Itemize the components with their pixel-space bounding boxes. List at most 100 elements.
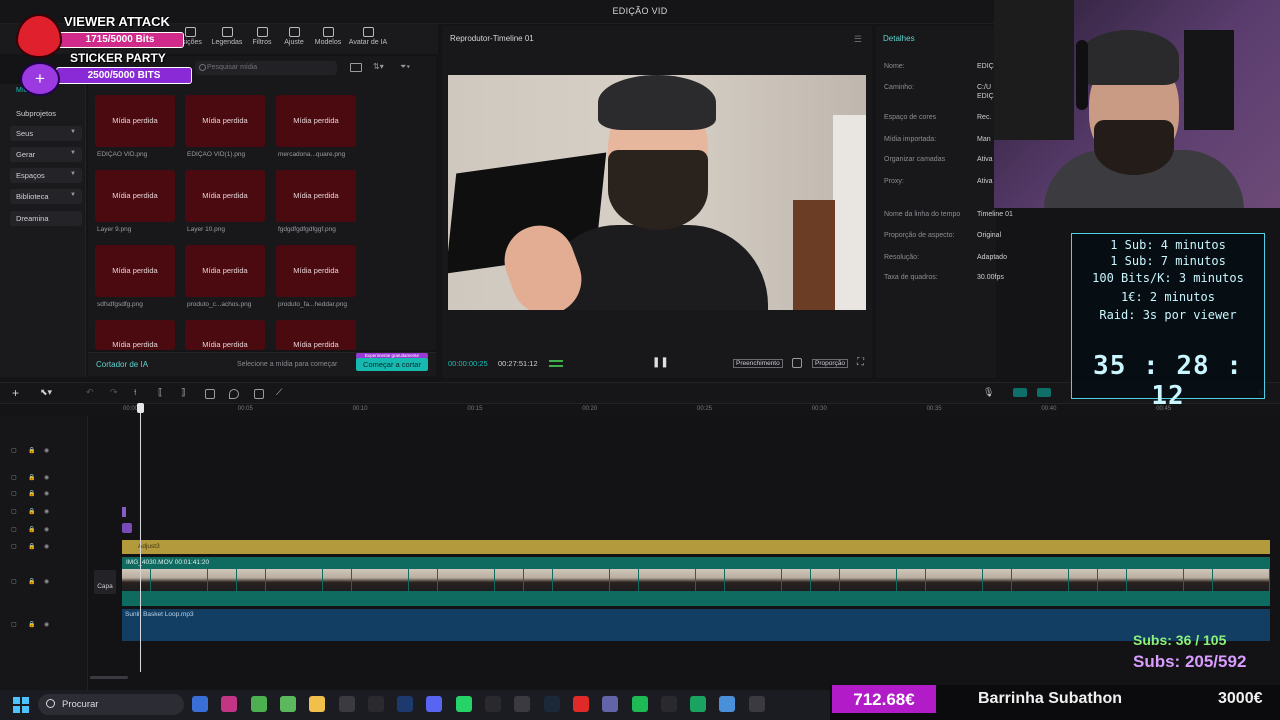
text-track-lock-icon[interactable]: 🔒 [28,490,35,497]
sort-icon[interactable]: ⇅▾ [373,62,384,71]
toolbar-filters[interactable]: Filtros [244,27,280,46]
microphone-icon[interactable]: 🎙 [983,387,994,398]
effect-track-track-type-icon[interactable]: ▢ [11,526,17,533]
main-track-lock-icon[interactable]: 🔒 [28,447,35,454]
toolbar-ai-avatar[interactable]: Avatar de IA [346,27,390,46]
grid-view-icon[interactable] [350,63,362,72]
sidebar-item-library[interactable]: Biblioteca ▼ [10,189,82,204]
xbox-icon[interactable] [279,696,296,712]
chrome-icon[interactable] [250,696,267,712]
text-track-track-type-icon[interactable]: ▢ [11,474,17,481]
media-thumbnail[interactable]: Mídia perdida [95,170,175,222]
fill-button[interactable]: Preenchimento [733,359,783,368]
filter-icon[interactable]: ⏷▾ [400,62,410,72]
obs-icon[interactable] [514,696,531,712]
main-track-track-type-icon[interactable]: ▢ [11,447,17,454]
media-thumbnail[interactable]: Mídia perdida [276,320,356,350]
trim-right-icon[interactable]: ⟧ [181,387,185,398]
drive-icon[interactable] [690,696,707,712]
spotify-icon[interactable] [631,696,648,712]
snapshot-icon[interactable] [792,358,802,368]
whatsapp-icon[interactable] [455,696,472,712]
toolbar-templates[interactable]: Modelos [310,27,346,46]
split-icon[interactable]: ⟊ [134,387,136,398]
menu-icon[interactable]: ☰ [854,34,862,45]
adjust-track-track-type-icon[interactable]: ▢ [11,543,17,550]
capcut-pro-icon[interactable] [660,696,677,712]
text-track-eye-icon[interactable]: ◉ [44,490,49,497]
text-track-eye-icon[interactable]: ◉ [44,474,49,481]
epic-games-icon[interactable] [485,696,501,712]
sticker-track-eye-icon[interactable]: ◉ [44,508,49,515]
taskbar-search[interactable]: Procurar [38,694,184,715]
magic-icon[interactable]: ⟋ [276,387,282,398]
steam-icon[interactable] [543,696,560,712]
adjust-track-lock-icon[interactable]: 🔒 [28,543,35,550]
media-thumbnail[interactable]: Mídia perdida [185,320,265,350]
video-track-track-type-icon[interactable]: ▢ [11,578,17,585]
main-track-eye-icon[interactable]: ◉ [44,447,49,454]
link-toggle[interactable] [1013,388,1027,397]
video-preview[interactable] [448,75,866,310]
sidebar-item-generate[interactable]: Gerar ▼ [10,147,82,162]
files-icon[interactable] [309,696,326,712]
pause-icon[interactable]: ❚❚ [652,357,669,368]
video-clip[interactable]: IMG_4030.MOV 00:01:41:20 [122,557,1270,606]
ai-cutter-label[interactable]: Cortador de IA [96,360,148,369]
teams-icon[interactable] [602,696,619,712]
magnet-toggle[interactable] [1037,388,1051,397]
vpn-icon[interactable] [572,696,589,712]
playhead[interactable] [140,404,141,672]
capcut-active-icon[interactable] [748,696,765,712]
start-cutting-button[interactable]: Começar a cortar [356,358,428,371]
delete-icon[interactable] [205,389,215,399]
text-track-track-type-icon[interactable]: ▢ [11,490,17,497]
sidebar-item-dreamina[interactable]: Dreamina [10,211,82,226]
cover-button[interactable]: Capa [94,570,116,594]
capcut-icon[interactable] [367,696,384,712]
adjust-track-eye-icon[interactable]: ◉ [44,543,49,550]
instagram-icon[interactable] [221,696,238,712]
audio-track-lock-icon[interactable]: 🔒 [28,621,35,628]
horizontal-scrollbar[interactable] [90,676,128,679]
toolbar-adjust[interactable]: Ajuste [276,27,312,46]
redo-icon[interactable]: ↷ [110,387,118,398]
freeze-icon[interactable] [254,389,264,399]
video-track-eye-icon[interactable]: ◉ [44,578,49,585]
media-search-input[interactable]: Pesquisar mídia [195,61,337,75]
tab-details[interactable]: Detalhes [883,34,915,43]
ratio-button[interactable]: Proporção [812,359,848,368]
media-thumbnail[interactable]: Mídia perdida [95,95,175,147]
fullscreen-icon[interactable]: ⛶ [857,357,864,368]
adjust-clip[interactable]: Adjust3 [122,540,1270,554]
sidebar-item-spaces[interactable]: Espaços ▼ [10,168,82,183]
add-track-icon[interactable]: + [12,386,19,400]
marker-clip[interactable] [122,507,126,517]
media-thumbnail[interactable]: Mídia perdida [276,170,356,222]
discord-icon[interactable] [426,696,443,712]
playhead-handle[interactable] [137,403,144,413]
select-tool-icon[interactable]: ⬉▾ [40,387,52,398]
effect-clip[interactable] [122,523,132,533]
windows-start-icon[interactable] [13,697,29,713]
trim-left-icon[interactable]: ⟦ [158,387,162,398]
sidebar-item-yours[interactable]: Seus ▼ [10,126,82,141]
notepad-icon[interactable] [719,696,736,712]
undo-icon[interactable]: ↶ [86,387,94,398]
effect-track-eye-icon[interactable]: ◉ [44,526,49,533]
widget-icon[interactable] [192,696,208,712]
effect-track-lock-icon[interactable]: 🔒 [28,526,35,533]
sidebar-item-subprojects[interactable]: Subprojetos [16,109,56,118]
media-thumbnail[interactable]: Mídia perdida [276,95,356,147]
media-thumbnail[interactable]: Mídia perdida [185,245,265,297]
media-thumbnail[interactable]: Mídia perdida [95,320,175,350]
calculator-icon[interactable] [338,696,355,712]
media-thumbnail[interactable]: Mídia perdida [185,95,265,147]
media-thumbnail[interactable]: Mídia perdida [185,170,265,222]
toolbar-captions[interactable]: Legendas [209,27,245,46]
media-thumbnail[interactable]: Mídia perdida [95,245,175,297]
video-track-lock-icon[interactable]: 🔒 [28,578,35,585]
shield-icon[interactable] [229,389,239,399]
sticker-track-lock-icon[interactable]: 🔒 [28,508,35,515]
media-thumbnail[interactable]: Mídia perdida [276,245,356,297]
